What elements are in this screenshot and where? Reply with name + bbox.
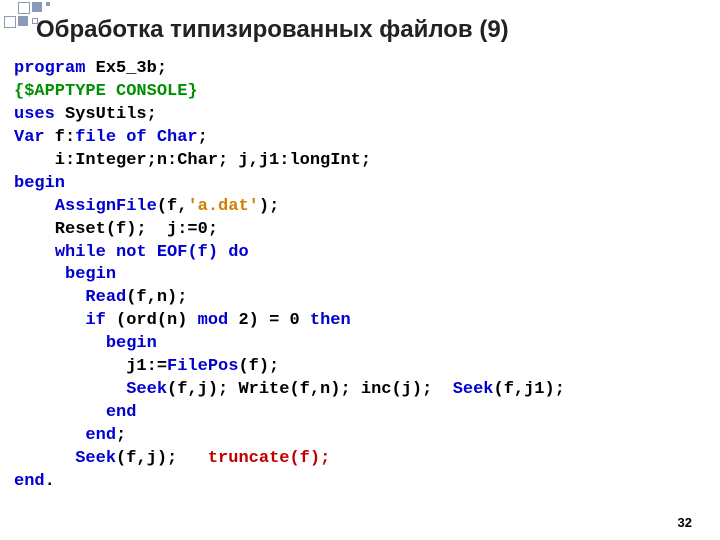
code-token: {$APPTYPE CONSOLE} [14, 82, 198, 101]
code-token: (ord(n) [106, 311, 198, 330]
code-token: . [45, 472, 55, 491]
code-token: EOF(f) [157, 243, 218, 262]
code-token: Read [85, 288, 126, 307]
code-token: ; [116, 426, 126, 445]
code-token: begin [106, 334, 157, 353]
code-token: (f, [157, 197, 188, 216]
code-token [14, 243, 55, 262]
code-token: f: [45, 128, 76, 147]
code-block: program Ex5_3b; {$APPTYPE CONSOLE} uses … [14, 58, 565, 494]
code-token: Seek [75, 449, 116, 468]
code-token: end [106, 403, 137, 422]
code-token [14, 403, 106, 422]
code-token [14, 197, 55, 216]
code-token: ; [198, 128, 208, 147]
code-token: AssignFile [55, 197, 157, 216]
code-token [14, 334, 106, 353]
slide-title: Обработка типизированных файлов (9) [36, 16, 509, 44]
code-token: i:Integer;n:Char; j,j1:longInt; [14, 151, 371, 170]
code-token [14, 311, 85, 330]
code-token: Var [14, 128, 45, 147]
code-token: Reset(f); j:=0; [14, 220, 218, 239]
code-token: do [228, 243, 248, 262]
code-token [14, 449, 75, 468]
code-token [14, 380, 126, 399]
code-token: if [85, 311, 105, 330]
code-token [147, 243, 157, 262]
code-token: end [14, 472, 45, 491]
code-token: ); [259, 197, 279, 216]
code-token: (f,j1); [494, 380, 565, 399]
code-token: (f); [238, 357, 279, 376]
code-token: (f,n); [126, 288, 187, 307]
code-token: while not [55, 243, 147, 262]
code-token: 2) = 0 [228, 311, 310, 330]
code-token [218, 243, 228, 262]
page-number: 32 [678, 515, 692, 530]
code-token: Ex5_3b; [85, 59, 167, 78]
code-token: program [14, 59, 85, 78]
code-token: mod [198, 311, 229, 330]
code-token: j1:= [14, 357, 167, 376]
code-token: uses [14, 105, 55, 124]
code-token: FilePos [167, 357, 238, 376]
code-token: (f,j); Write(f,n); inc(j); [167, 380, 453, 399]
code-token [14, 265, 65, 284]
code-token [14, 426, 85, 445]
code-token: (f,j); [116, 449, 208, 468]
code-token: file of Char [75, 128, 197, 147]
code-token: Seek [453, 380, 494, 399]
code-token: truncate(f); [208, 449, 330, 468]
code-token: Seek [126, 380, 167, 399]
code-token: begin [65, 265, 116, 284]
code-token: begin [14, 174, 65, 193]
code-token: SysUtils; [55, 105, 157, 124]
code-token: 'a.dat' [187, 197, 258, 216]
code-token: then [310, 311, 351, 330]
code-token [14, 288, 85, 307]
code-token: end [85, 426, 116, 445]
